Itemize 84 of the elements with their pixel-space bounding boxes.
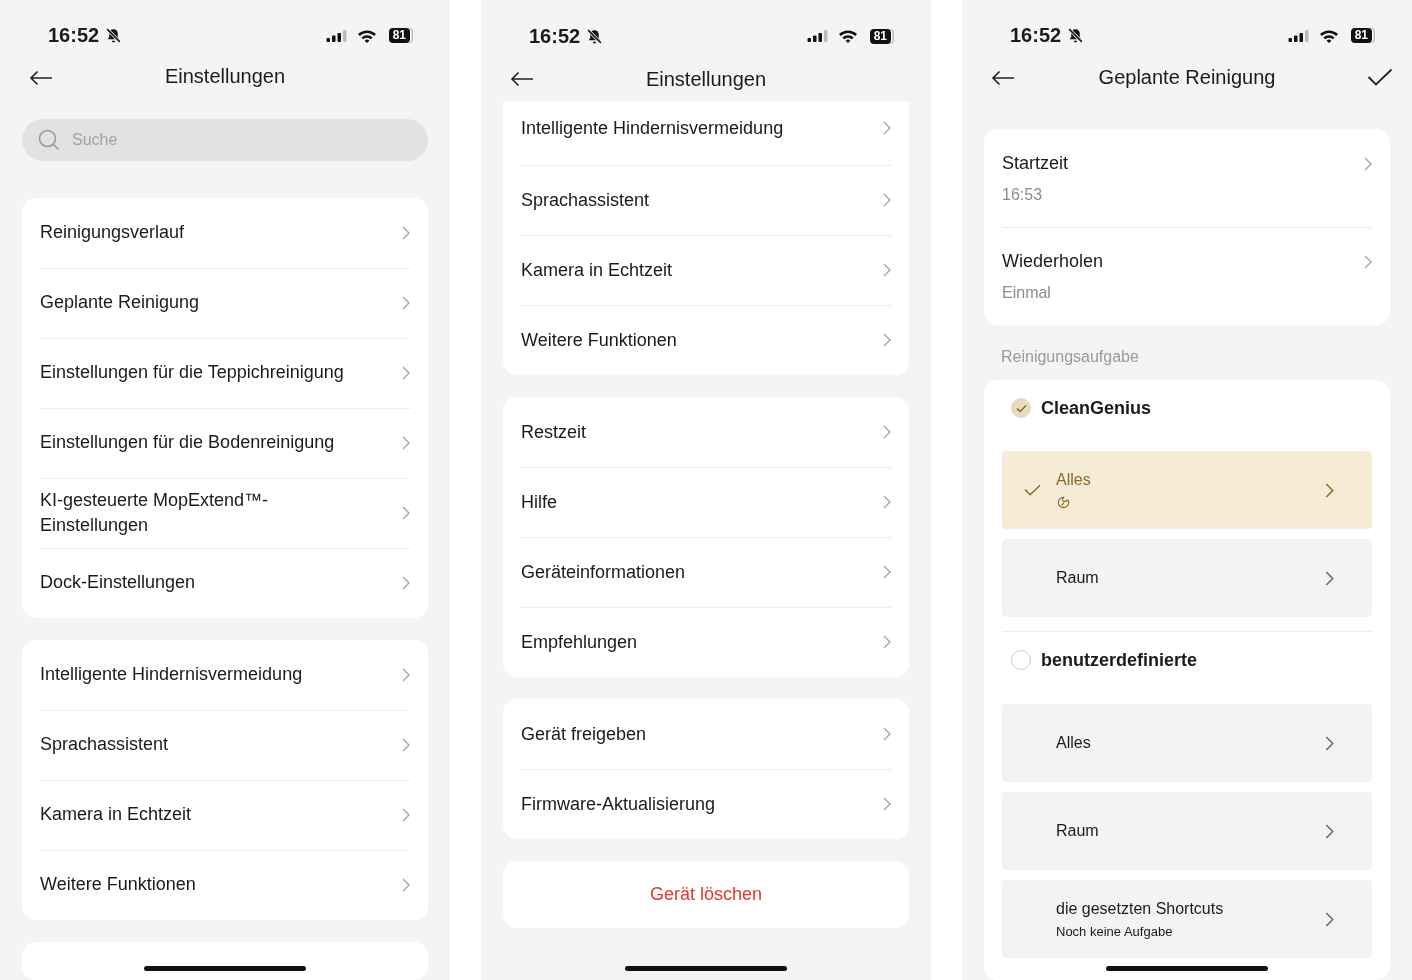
chevron-icon (402, 807, 410, 822)
settings-row[interactable]: Restzeit (503, 397, 909, 467)
wifi-icon (837, 29, 858, 43)
check-icon (1024, 484, 1041, 496)
radio-option[interactable]: CleanGenius (1002, 380, 1161, 436)
chevron-icon (883, 495, 891, 509)
settings-row[interactable]: KI-gesteuerte MopExtend™-Einstellungen (22, 477, 428, 548)
wifi-icon (356, 28, 377, 43)
task-option[interactable]: die gesetzten Shortcuts Noch keine Aufgabe (1002, 880, 1372, 958)
muted-bell-icon (105, 27, 123, 44)
settings-row[interactable]: Sprachassistent (503, 165, 909, 235)
chevron-icon (402, 877, 410, 892)
screen-title: Einstellungen (645, 67, 767, 91)
chevron-icon (883, 263, 891, 277)
settings-row[interactable]: Gerät freigeben (503, 699, 909, 769)
muted-bell-icon (586, 27, 604, 45)
wifi-icon (1318, 28, 1339, 43)
chevron-icon (402, 365, 410, 380)
back-arrow-icon[interactable] (510, 71, 534, 87)
status-time: 16:52 (1010, 24, 1062, 48)
schedule-row[interactable]: Wiederholen Einmal (984, 227, 1390, 325)
chevron-icon (1325, 735, 1334, 751)
settings-row[interactable]: Intelligente Hindernisvermeidung (503, 101, 909, 165)
chevron-icon (1325, 823, 1334, 839)
signal-icon (806, 30, 828, 42)
task-option[interactable]: Alles (1002, 451, 1372, 529)
chevron-icon (1325, 482, 1334, 498)
search-input[interactable]: Suche (70, 129, 412, 150)
screen-title: Einstellungen (164, 65, 286, 89)
settings-row[interactable]: Weitere Funktionen (503, 305, 909, 375)
chevron-icon (883, 425, 891, 439)
chevron-icon (402, 667, 410, 682)
chevron-icon (883, 635, 891, 649)
settings-row[interactable]: Geplante Reinigung (22, 267, 428, 338)
back-arrow-icon[interactable] (991, 70, 1015, 87)
status-time: 16:52 (529, 24, 581, 48)
chevron-icon (402, 435, 410, 450)
chevron-icon (883, 565, 891, 579)
signal-icon (1287, 29, 1309, 42)
status-time: 16:52 (48, 24, 100, 47)
search-icon (38, 128, 60, 151)
settings-row[interactable]: Empfehlungen (503, 607, 909, 677)
chevron-icon (1325, 570, 1334, 586)
signal-icon (325, 29, 347, 42)
chevron-icon (883, 727, 891, 741)
muted-bell-icon (1067, 27, 1085, 45)
chevron-icon (402, 575, 410, 590)
chevron-icon (883, 121, 891, 135)
settings-row[interactable]: Dock-Einstellungen (22, 547, 428, 618)
settings-row[interactable]: Weitere Funktionen (22, 849, 428, 920)
task-option[interactable]: Raum (1002, 539, 1372, 617)
settings-row[interactable]: Kamera in Echtzeit (503, 235, 909, 305)
chevron-icon (1325, 911, 1334, 927)
chevron-icon (883, 193, 891, 207)
battery-level: 81 (869, 28, 891, 44)
radio-option[interactable]: benutzerdefinierte (1002, 632, 1207, 688)
settings-row[interactable]: Sprachassistent (22, 709, 428, 780)
chevron-icon (883, 797, 891, 811)
delete-device-button[interactable]: Gerät löschen (503, 861, 909, 928)
battery-level: 81 (388, 28, 410, 43)
task-option[interactable]: Raum (1002, 792, 1372, 870)
chevron-icon (1364, 157, 1372, 171)
battery-level: 81 (1350, 28, 1372, 44)
schedule-row[interactable]: Startzeit 16:53 (984, 129, 1390, 227)
settings-row[interactable]: Einstellungen für die Bodenreinigung (22, 407, 428, 478)
chevron-icon (1364, 255, 1372, 269)
checkmark-icon[interactable] (1367, 68, 1393, 87)
settings-row[interactable]: Einstellungen für die Teppichreinigung (22, 337, 428, 408)
settings-row[interactable]: Geräteinformationen (503, 537, 909, 607)
task-option[interactable]: Alles (1002, 704, 1372, 782)
search-field[interactable]: Suche (22, 118, 428, 161)
chevron-icon (402, 737, 410, 752)
settings-row[interactable]: Reinigungsverlauf (22, 197, 428, 268)
section-heading: Reinigungsaufgabe (1001, 348, 1140, 366)
chevron-icon (402, 295, 410, 310)
chevron-icon (402, 505, 410, 520)
settings-row[interactable]: Kamera in Echtzeit (22, 779, 428, 850)
settings-row[interactable]: Hilfe (503, 467, 909, 537)
settings-row[interactable]: Firmware-Aktualisierung (503, 769, 909, 839)
chevron-icon (883, 333, 891, 347)
settings-row[interactable]: Intelligente Hindernisvermeidung (22, 639, 428, 710)
screen-title: Geplante Reinigung (1098, 66, 1276, 90)
chevron-icon (402, 225, 410, 240)
back-arrow-icon[interactable] (29, 70, 53, 86)
